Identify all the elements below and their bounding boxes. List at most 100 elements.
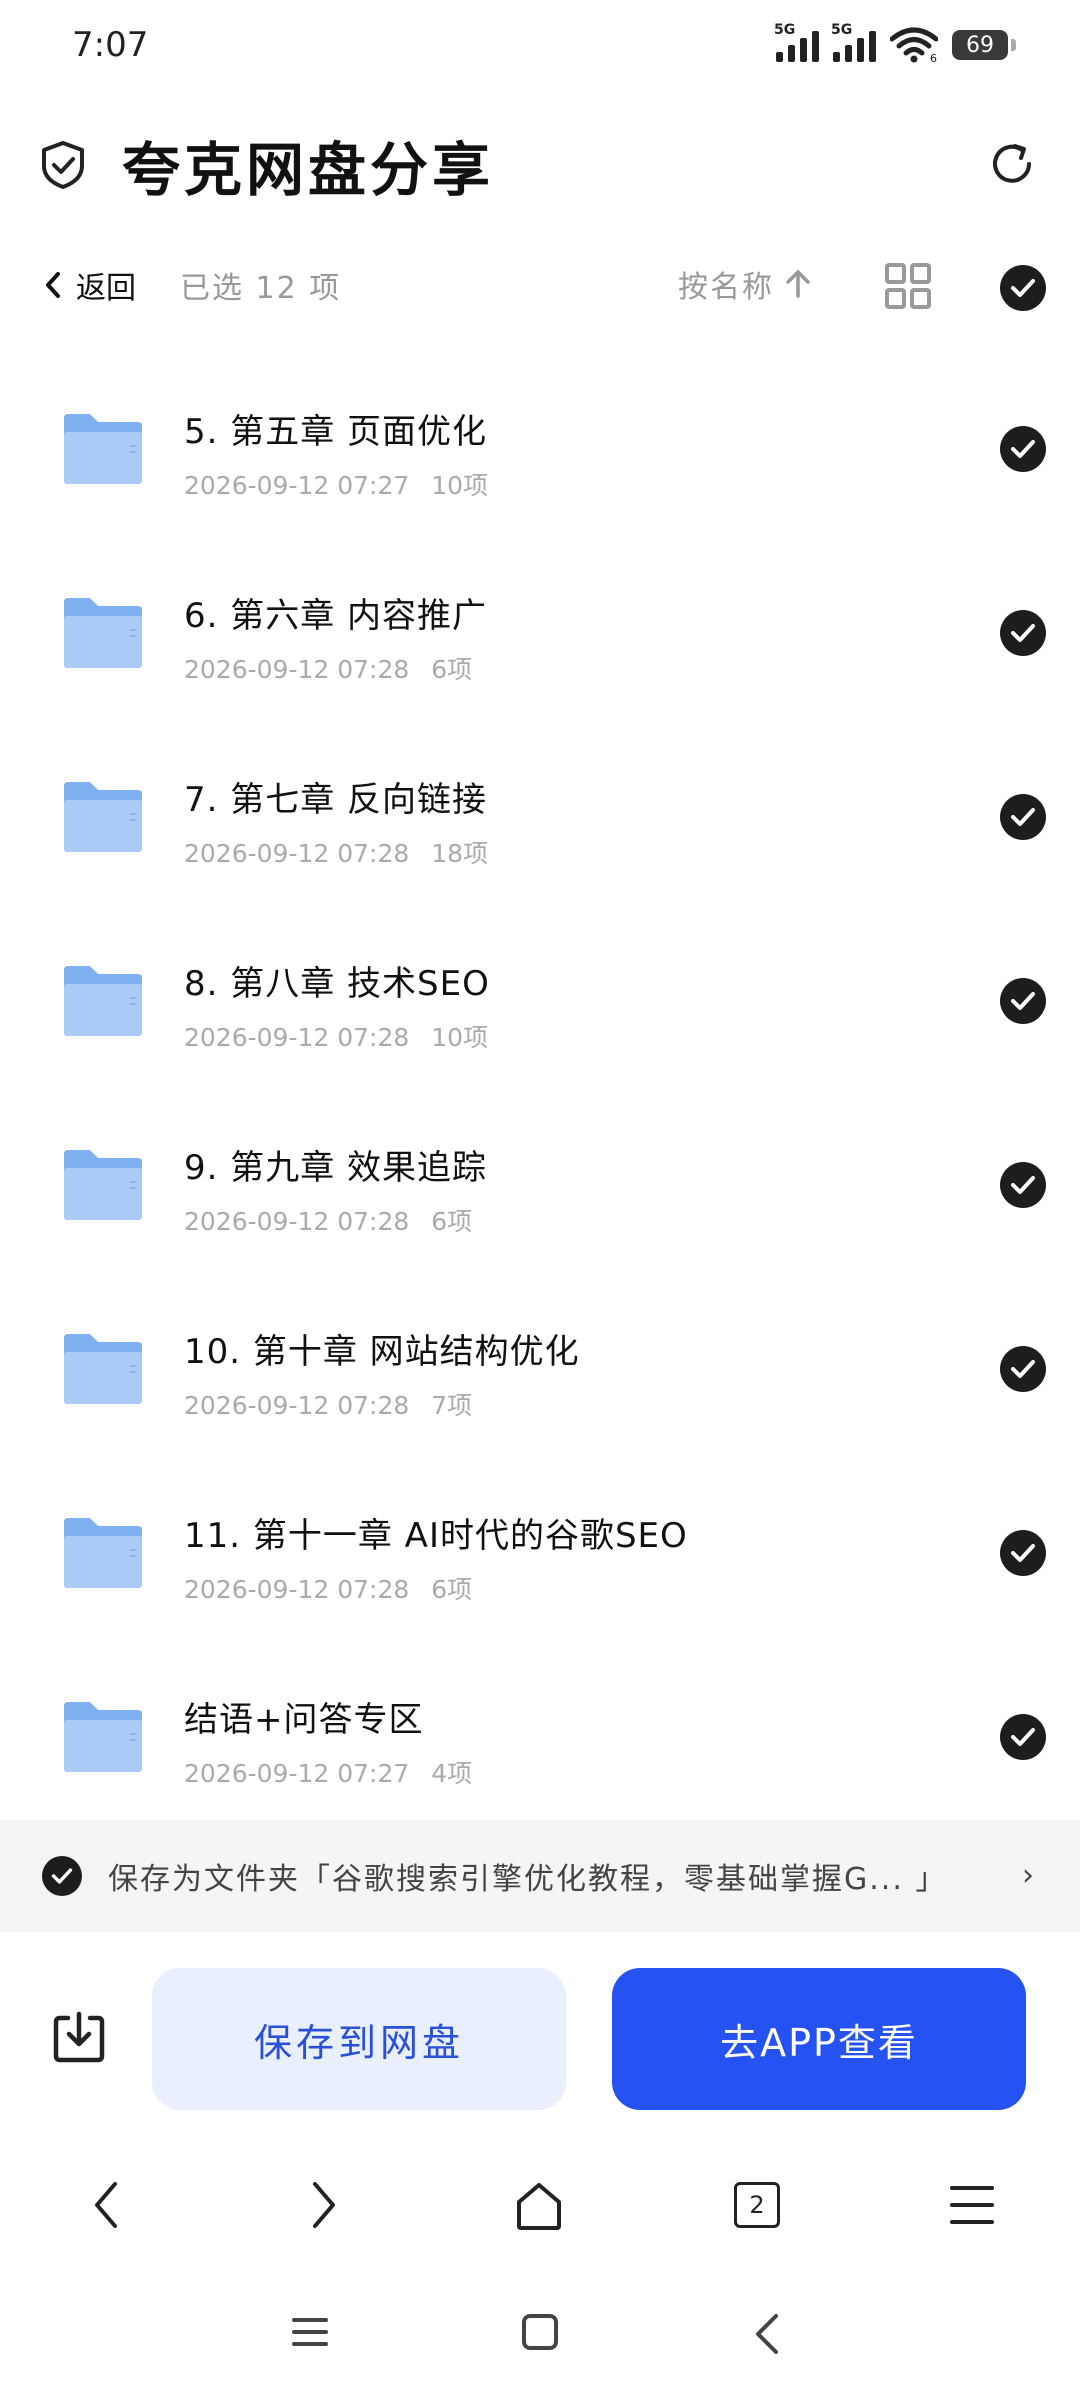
refresh-icon[interactable] [988, 140, 1036, 188]
home-icon[interactable] [514, 2180, 564, 2232]
menu-icon[interactable] [948, 2180, 996, 2230]
file-name: 7. 第七章 反向链接 [184, 780, 488, 820]
check-icon [1011, 279, 1035, 297]
back-button[interactable]: 返回 [44, 263, 136, 307]
file-checkbox[interactable] [1000, 794, 1046, 840]
battery-icon: 69 [952, 30, 1016, 60]
folder-icon [64, 782, 142, 852]
tabs-button[interactable]: 2 [734, 2182, 780, 2228]
file-meta: 2026-09-12 07:27 10项 [184, 466, 488, 502]
file-row[interactable]: 5. 第五章 页面优化 2026-09-12 07:27 10项 [0, 360, 1080, 544]
save-path-text: 保存为文件夹「谷歌搜索引擎优化教程，零基础掌握G... 」 [108, 1862, 948, 1897]
file-name: 结语+问答专区 [184, 1700, 424, 1740]
save-path-selector[interactable]: 保存为文件夹「谷歌搜索引擎优化教程，零基础掌握G... 」 › [0, 1820, 1080, 1932]
file-meta: 2026-09-12 07:28 10项 [184, 1018, 488, 1054]
arrow-up-icon [786, 270, 810, 298]
home-square-icon[interactable] [520, 2312, 560, 2352]
folder-icon [64, 1518, 142, 1588]
file-count: 10项 [431, 471, 489, 500]
system-back-icon[interactable] [752, 2312, 782, 2356]
file-row[interactable]: 7. 第七章 反向链接 2026-09-12 07:28 18项 [0, 728, 1080, 912]
check-icon [1011, 1544, 1035, 1562]
selected-count: 已选 12 项 [180, 271, 342, 306]
file-name: 8. 第八章 技术SEO [184, 964, 490, 1004]
file-date: 2026-09-12 07:28 [184, 1023, 410, 1052]
check-icon [1011, 992, 1035, 1010]
file-meta: 2026-09-12 07:28 6项 [184, 650, 472, 686]
file-count: 7项 [431, 1391, 473, 1420]
file-count: 4项 [431, 1759, 473, 1788]
network-type-1: 5G [774, 22, 796, 38]
save-to-drive-button[interactable]: 保存到网盘 [152, 1968, 566, 2110]
file-checkbox[interactable] [1000, 1346, 1046, 1392]
file-date: 2026-09-12 07:28 [184, 1391, 410, 1420]
file-date: 2026-09-12 07:28 [184, 655, 410, 684]
file-count: 18项 [431, 839, 489, 868]
sort-label: 按名称 [678, 270, 774, 305]
file-row[interactable]: 结语+问答专区 2026-09-12 07:27 4项 [0, 1648, 1080, 1832]
file-date: 2026-09-12 07:27 [184, 471, 410, 500]
file-checkbox[interactable] [1000, 1714, 1046, 1760]
chevron-right-icon: › [1022, 1858, 1034, 1893]
file-checkbox[interactable] [1000, 426, 1046, 472]
check-icon [1011, 1360, 1035, 1378]
folder-icon [64, 598, 142, 668]
grid-view-icon[interactable] [884, 262, 932, 310]
file-row[interactable]: 8. 第八章 技术SEO 2026-09-12 07:28 10项 [0, 912, 1080, 1096]
file-meta: 2026-09-12 07:28 6项 [184, 1570, 472, 1606]
folder-icon [64, 1334, 142, 1404]
download-icon[interactable] [52, 2010, 106, 2064]
file-row[interactable]: 9. 第九章 效果追踪 2026-09-12 07:28 6项 [0, 1096, 1080, 1280]
file-name: 5. 第五章 页面优化 [184, 412, 488, 452]
file-name: 10. 第十章 网站结构优化 [184, 1332, 580, 1372]
folder-icon [64, 414, 142, 484]
sort-button[interactable]: 按名称 [678, 262, 812, 306]
tabs-count: 2 [749, 2191, 765, 2219]
file-count: 6项 [431, 1575, 473, 1604]
browser-nav: 2 [0, 2170, 1080, 2250]
chevron-left-icon [46, 272, 60, 298]
file-checkbox[interactable] [1000, 1530, 1046, 1576]
action-bar: 保存到网盘 去APP查看 [0, 1966, 1080, 2112]
forward-icon[interactable] [310, 2180, 338, 2230]
status-time: 7:07 [72, 25, 149, 65]
system-nav [0, 2300, 1080, 2370]
selection-toolbar: 返回 已选 12 项 按名称 [0, 250, 1080, 320]
folder-icon [64, 1702, 142, 1772]
save-path-checkbox[interactable] [42, 1856, 82, 1896]
file-row[interactable]: 10. 第十章 网站结构优化 2026-09-12 07:28 7项 [0, 1280, 1080, 1464]
file-count: 10项 [431, 1023, 489, 1052]
file-checkbox[interactable] [1000, 610, 1046, 656]
page-title: 夸克网盘分享 [122, 136, 495, 204]
back-icon[interactable] [92, 2180, 120, 2230]
file-meta: 2026-09-12 07:28 18项 [184, 834, 488, 870]
file-row[interactable]: 6. 第六章 内容推广 2026-09-12 07:28 6项 [0, 544, 1080, 728]
recent-apps-icon[interactable] [290, 2312, 330, 2352]
file-count: 6项 [431, 655, 473, 684]
file-meta: 2026-09-12 07:27 4项 [184, 1754, 472, 1790]
file-row[interactable]: 11. 第十一章 AI时代的谷歌SEO 2026-09-12 07:28 6项 [0, 1464, 1080, 1648]
check-icon [1011, 808, 1035, 826]
file-date: 2026-09-12 07:28 [184, 1207, 410, 1236]
file-name: 9. 第九章 效果追踪 [184, 1148, 488, 1188]
select-all-checkbox[interactable] [1000, 265, 1046, 311]
header: 夸克网盘分享 [0, 110, 1080, 220]
folder-icon [64, 1150, 142, 1220]
check-icon [1011, 440, 1035, 458]
file-date: 2026-09-12 07:28 [184, 1575, 410, 1604]
file-checkbox[interactable] [1000, 978, 1046, 1024]
file-name: 6. 第六章 内容推广 [184, 596, 488, 636]
file-meta: 2026-09-12 07:28 7项 [184, 1386, 472, 1422]
file-checkbox[interactable] [1000, 1162, 1046, 1208]
network-type-2: 5G [831, 22, 853, 38]
check-icon [1011, 1176, 1035, 1194]
wifi-icon: 6 [890, 27, 938, 63]
file-date: 2026-09-12 07:28 [184, 839, 410, 868]
check-icon [1011, 624, 1035, 642]
shield-check-icon [42, 141, 84, 189]
file-meta: 2026-09-12 07:28 6项 [184, 1202, 472, 1238]
open-in-app-button[interactable]: 去APP查看 [612, 1968, 1026, 2110]
file-count: 6项 [431, 1207, 473, 1236]
check-icon [51, 1868, 73, 1884]
wifi-badge: 6 [930, 52, 937, 63]
